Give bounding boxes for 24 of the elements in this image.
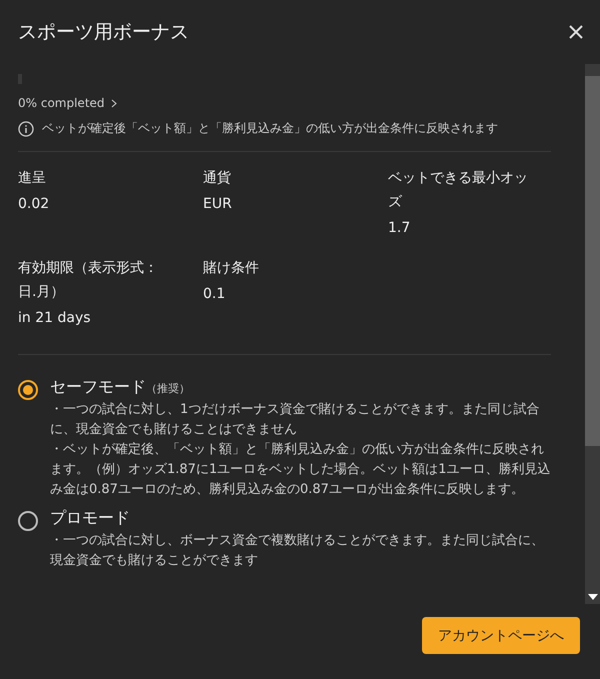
info-icon (18, 120, 34, 136)
stat-value: 0.02 (18, 195, 50, 214)
mode-name: プロモード (50, 508, 130, 529)
chevron-icon (110, 98, 117, 108)
dialog-title: スポーツ用ボーナス (18, 20, 189, 45)
mode-note: （推奨） (146, 381, 190, 396)
mode-description: ・一つの試合に対し、1つだけボーナス資金で賭けることができます。また同じ試合に、現金資金でも賭けることはできません (50, 401, 540, 439)
stat-value: 0.1 (203, 285, 226, 304)
mode-description: ・一つの試合に対し、ボーナス資金で複数賭けることができます。また同じ試合に、現金資金でも賭けることができます (50, 532, 545, 570)
stat-label: 通貨 (203, 169, 232, 188)
stat-value: 1.7 (388, 219, 412, 238)
stat-label: 進呈 (18, 169, 47, 188)
stat-value: EUR (203, 195, 233, 214)
mode-description: ・ベットが確定後、「ベット額」と「勝利見込み金」の低い方が出金条件に反映されます。（例）オッズ1.87に1ユーロをベットした場合。ベット額は1ユーロ、勝利見込み金は0.87ユーロのため、勝利見込み金の0.87ユーロが出金条件に反映します。 (50, 441, 551, 499)
progress-link[interactable]: 0% completed (18, 96, 117, 110)
stat-label: 賭け条件 (203, 259, 260, 278)
radio-button[interactable] (18, 380, 38, 400)
stat-value: in 21 days (18, 309, 92, 328)
mode-name: セーフモード (50, 377, 146, 398)
scroll-down-icon[interactable] (588, 594, 598, 600)
account-page-button[interactable]: アカウントページへ (422, 617, 580, 654)
radio-button[interactable] (18, 511, 38, 531)
info-text: ベットが確定後「ベット額」と「勝利見込み金」の低い方が出金条件に反映されます (42, 120, 498, 137)
stat-label: ベットできる最小オッズ (388, 169, 529, 212)
